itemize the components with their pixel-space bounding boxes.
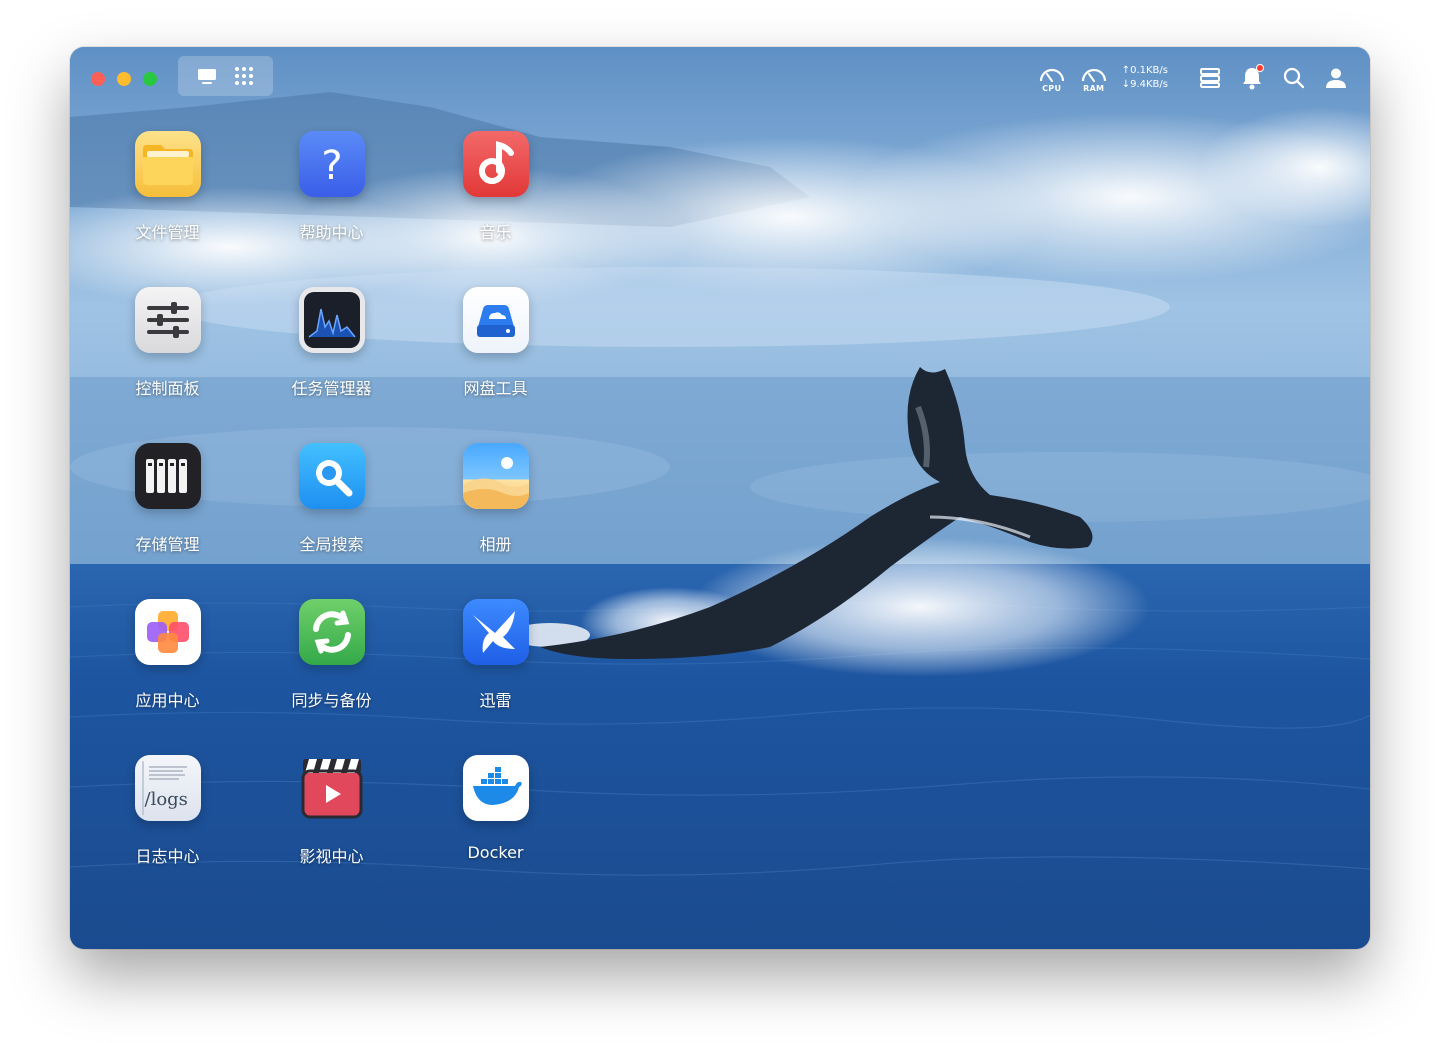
view-switcher: [178, 56, 273, 96]
app-label: 影视中心: [299, 847, 364, 866]
app-label: 音乐: [479, 223, 512, 242]
grid-icon[interactable]: [232, 64, 256, 88]
clapperboard-icon: [299, 755, 365, 821]
app-storage-manager[interactable]: 存储管理: [100, 443, 235, 573]
app-sync-backup[interactable]: 同步与备份: [264, 599, 399, 729]
app-label: 迅雷: [479, 691, 512, 710]
user-icon[interactable]: [1322, 64, 1350, 92]
app-music[interactable]: 音乐: [428, 131, 563, 261]
app-video-center[interactable]: 影视中心: [264, 755, 399, 885]
app-label: Docker: [467, 843, 524, 862]
server-list-icon[interactable]: [1196, 64, 1224, 92]
app-thunder[interactable]: 迅雷: [428, 599, 563, 729]
maximize-button[interactable]: [143, 72, 157, 86]
sliders-icon: [134, 287, 201, 353]
download-speed: ↓9.4KB/s: [1121, 79, 1168, 90]
app-docker[interactable]: Docker: [428, 755, 563, 885]
window-controls: [91, 72, 157, 86]
logs-icon: /logs: [134, 755, 201, 821]
app-label: 同步与备份: [291, 691, 372, 710]
sync-icon: [298, 599, 365, 665]
app-label: 日志中心: [135, 847, 200, 866]
app-task-manager[interactable]: 任务管理器: [264, 287, 399, 417]
cpu-label: CPU: [1042, 84, 1062, 93]
help-icon: ?: [298, 131, 365, 197]
app-label: 相册: [479, 535, 512, 554]
magnifier-icon: [298, 443, 365, 509]
svg-text:?: ?: [321, 143, 342, 189]
network-speed[interactable]: ↑0.1KB/s ↓9.4KB/s: [1122, 64, 1168, 92]
upload-speed: ↑0.1KB/s: [1121, 65, 1168, 76]
activity-monitor-icon: [298, 287, 365, 353]
monitor-icon[interactable]: [195, 64, 219, 88]
app-label: 文件管理: [135, 223, 200, 242]
app-center-icon: [134, 599, 201, 665]
app-label: 帮助中心: [299, 223, 364, 242]
desktop-window: CPU RAM ↑0.1KB/s ↓9.4KB/s 文件管理 ? 帮助中心 音乐…: [70, 47, 1370, 949]
app-cloud-drive-tools[interactable]: 网盘工具: [428, 287, 563, 417]
app-label: 控制面板: [135, 379, 200, 398]
app-log-center[interactable]: /logs 日志中心: [100, 755, 235, 885]
app-label: 网盘工具: [463, 379, 528, 398]
folder-icon: [134, 131, 201, 197]
notification-dot: [1256, 64, 1264, 72]
close-button[interactable]: [91, 72, 105, 86]
ram-gauge[interactable]: RAM: [1080, 63, 1108, 93]
photos-icon: [462, 443, 529, 509]
app-label: 任务管理器: [291, 379, 372, 398]
top-bar: CPU RAM ↑0.1KB/s ↓9.4KB/s: [70, 47, 1370, 107]
logs-tile-text: /logs: [144, 789, 188, 810]
search-icon[interactable]: [1280, 64, 1308, 92]
storage-icon: [134, 443, 201, 509]
app-control-panel[interactable]: 控制面板: [100, 287, 235, 417]
app-app-center[interactable]: 应用中心: [100, 599, 235, 729]
app-photos[interactable]: 相册: [428, 443, 563, 573]
app-file-manager[interactable]: 文件管理: [100, 131, 235, 261]
app-global-search[interactable]: 全局搜索: [264, 443, 399, 573]
app-help-center[interactable]: ? 帮助中心: [264, 131, 399, 261]
docker-whale-icon: [462, 755, 529, 821]
cloud-drive-icon: [462, 287, 529, 353]
app-label: 存储管理: [135, 535, 200, 554]
app-label: 全局搜索: [299, 535, 364, 554]
minimize-button[interactable]: [117, 72, 131, 86]
thunder-bird-icon: [462, 599, 529, 665]
system-tray: CPU RAM ↑0.1KB/s ↓9.4KB/s: [1038, 61, 1350, 95]
cpu-gauge[interactable]: CPU: [1038, 63, 1066, 93]
app-label: 应用中心: [135, 691, 200, 710]
bell-icon[interactable]: [1238, 64, 1266, 92]
ram-label: RAM: [1083, 84, 1105, 93]
music-icon: [462, 131, 529, 197]
